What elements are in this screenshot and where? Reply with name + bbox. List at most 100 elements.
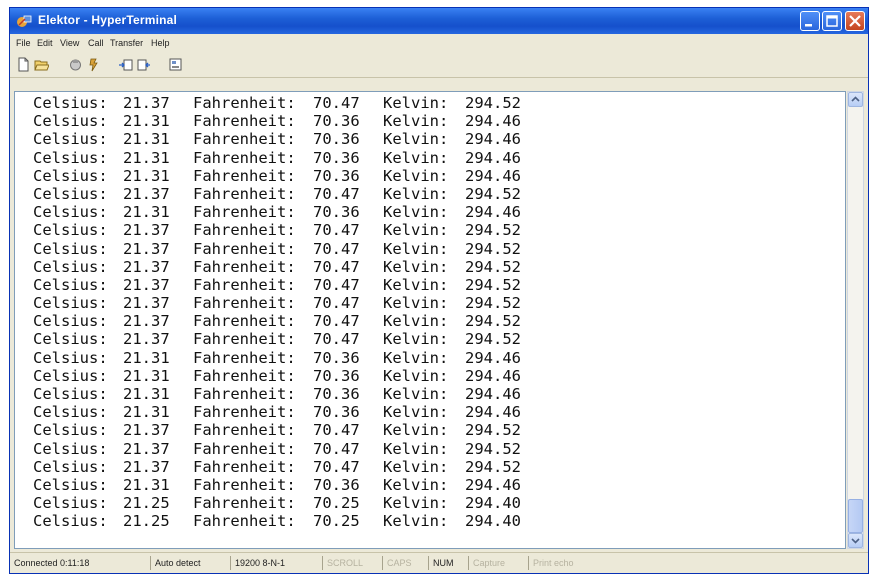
- maximize-icon: [826, 15, 838, 27]
- celsius-label: Celsius:: [33, 330, 108, 349]
- maximize-button[interactable]: [822, 11, 842, 31]
- menu-call[interactable]: Call: [88, 38, 104, 48]
- kelvin-label: Kelvin:: [383, 112, 449, 131]
- kelvin-label: Kelvin:: [383, 330, 449, 349]
- kelvin-label: Kelvin:: [383, 203, 449, 222]
- status-num: NUM: [428, 556, 454, 570]
- kelvin-label: Kelvin:: [383, 439, 449, 458]
- send-icon[interactable]: [118, 57, 133, 72]
- kelvin-label: Kelvin:: [383, 348, 449, 367]
- terminal-output: Celsius: 21.37 Fahrenheit: 70.47 Kelvin: 294.…: [33, 94, 833, 531]
- celsius-label: Celsius:: [33, 457, 108, 476]
- celsius-label: Celsius:: [33, 403, 108, 422]
- close-button[interactable]: [845, 11, 865, 31]
- fahrenheit-value: 70.36: [313, 348, 360, 367]
- terminal-line: Celsius: 21.37 Fahrenheit: 70.47 Kelvin: 294.…: [33, 185, 833, 203]
- window-title: Elektor - HyperTerminal: [38, 13, 178, 27]
- scroll-down-button[interactable]: [848, 533, 863, 548]
- kelvin-label: Kelvin:: [383, 130, 449, 149]
- disconnect-icon[interactable]: [86, 57, 101, 72]
- kelvin-label: Kelvin:: [383, 512, 449, 531]
- kelvin-value: 294.52: [465, 421, 521, 440]
- kelvin-label: Kelvin:: [383, 166, 449, 185]
- kelvin-value: 294.52: [465, 457, 521, 476]
- minimize-button[interactable]: [800, 11, 820, 31]
- celsius-value: 21.37: [123, 421, 170, 440]
- fahrenheit-label: Fahrenheit:: [193, 385, 296, 403]
- terminal-line: Celsius: 21.25 Fahrenheit: 70.25 Kelvin: 294.…: [33, 494, 833, 512]
- fahrenheit-value: 70.47: [313, 184, 360, 203]
- fahrenheit-label: Fahrenheit:: [193, 403, 296, 422]
- receive-icon[interactable]: [136, 57, 151, 72]
- menu-edit[interactable]: Edit: [37, 38, 53, 48]
- celsius-value: 21.31: [123, 348, 170, 367]
- fahrenheit-value: 70.36: [313, 475, 360, 494]
- status-print-echo: Print echo: [528, 556, 574, 570]
- terminal-line: Celsius: 21.31 Fahrenheit: 70.36 Kelvin: 294.…: [33, 385, 833, 403]
- kelvin-value: 294.40: [465, 494, 521, 513]
- kelvin-value: 294.52: [465, 330, 521, 349]
- fahrenheit-label: Fahrenheit:: [193, 348, 296, 367]
- kelvin-label: Kelvin:: [383, 257, 449, 276]
- celsius-label: Celsius:: [33, 130, 108, 149]
- kelvin-value: 294.46: [465, 166, 521, 185]
- kelvin-label: Kelvin:: [383, 457, 449, 476]
- celsius-label: Celsius:: [33, 421, 108, 440]
- fahrenheit-value: 70.47: [313, 257, 360, 276]
- fahrenheit-value: 70.36: [313, 366, 360, 385]
- menu-view[interactable]: View: [60, 38, 79, 48]
- celsius-label: Celsius:: [33, 385, 108, 403]
- celsius-value: 21.31: [123, 203, 170, 222]
- fahrenheit-value: 70.47: [313, 239, 360, 258]
- fahrenheit-label: Fahrenheit:: [193, 239, 296, 258]
- fahrenheit-value: 70.36: [313, 385, 360, 403]
- celsius-label: Celsius:: [33, 475, 108, 494]
- minimize-icon: [805, 24, 812, 27]
- fahrenheit-label: Fahrenheit:: [193, 294, 296, 313]
- title-bar[interactable]: Elektor - HyperTerminal: [10, 8, 868, 34]
- fahrenheit-label: Fahrenheit:: [193, 94, 296, 112]
- kelvin-label: Kelvin:: [383, 312, 449, 331]
- terminal-line: Celsius: 21.37 Fahrenheit: 70.47 Kelvin: 294.…: [33, 240, 833, 258]
- kelvin-label: Kelvin:: [383, 366, 449, 385]
- fahrenheit-value: 70.47: [313, 421, 360, 440]
- vertical-scrollbar[interactable]: [847, 91, 864, 549]
- celsius-label: Celsius:: [33, 221, 108, 240]
- celsius-value: 21.37: [123, 221, 170, 240]
- terminal-line: Celsius: 21.31 Fahrenheit: 70.36 Kelvin: 294.…: [33, 112, 833, 130]
- kelvin-label: Kelvin:: [383, 148, 449, 167]
- kelvin-label: Kelvin:: [383, 239, 449, 258]
- chevron-down-icon: [851, 538, 860, 544]
- kelvin-value: 294.46: [465, 385, 521, 403]
- celsius-label: Celsius:: [33, 239, 108, 258]
- fahrenheit-value: 70.36: [313, 203, 360, 222]
- terminal-line: Celsius: 21.37 Fahrenheit: 70.47 Kelvin: 294.…: [33, 330, 833, 348]
- menu-help[interactable]: Help: [151, 38, 170, 48]
- kelvin-label: Kelvin:: [383, 94, 449, 112]
- celsius-value: 21.37: [123, 457, 170, 476]
- hyperterminal-window: Elektor - HyperTerminal File Edit View C…: [9, 7, 869, 574]
- menu-transfer[interactable]: Transfer: [110, 38, 143, 48]
- properties-icon[interactable]: [168, 57, 183, 72]
- kelvin-value: 294.52: [465, 221, 521, 240]
- terminal-area[interactable]: Celsius: 21.37 Fahrenheit: 70.47 Kelvin: 294.…: [14, 91, 846, 549]
- kelvin-value: 294.52: [465, 439, 521, 458]
- terminal-line: Celsius: 21.37 Fahrenheit: 70.47 Kelvin: 294.…: [33, 276, 833, 294]
- celsius-value: 21.37: [123, 330, 170, 349]
- terminal-line: Celsius: 21.31 Fahrenheit: 70.36 Kelvin: 294.…: [33, 149, 833, 167]
- terminal-line: Celsius: 21.31 Fahrenheit: 70.36 Kelvin: 294.…: [33, 130, 833, 148]
- menu-file[interactable]: File: [16, 38, 31, 48]
- terminal-line: Celsius: 21.25 Fahrenheit: 70.25 Kelvin: 294.…: [33, 512, 833, 530]
- connect-icon[interactable]: [68, 57, 83, 72]
- scroll-up-button[interactable]: [848, 92, 863, 107]
- open-icon[interactable]: [34, 57, 49, 72]
- fahrenheit-value: 70.36: [313, 130, 360, 149]
- celsius-value: 21.37: [123, 312, 170, 331]
- terminal-line: Celsius: 21.31 Fahrenheit: 70.36 Kelvin: 294.…: [33, 367, 833, 385]
- celsius-value: 21.37: [123, 184, 170, 203]
- new-icon[interactable]: [16, 57, 31, 72]
- fahrenheit-label: Fahrenheit:: [193, 275, 296, 294]
- kelvin-label: Kelvin:: [383, 275, 449, 294]
- celsius-label: Celsius:: [33, 184, 108, 203]
- scrollbar-thumb[interactable]: [848, 499, 863, 533]
